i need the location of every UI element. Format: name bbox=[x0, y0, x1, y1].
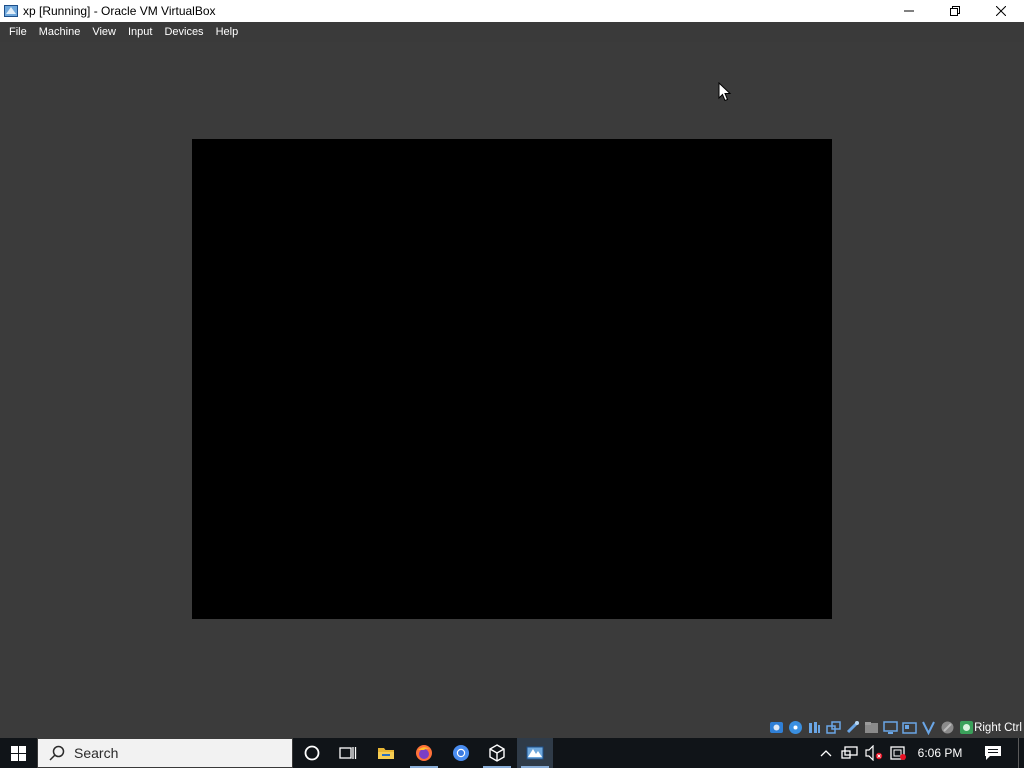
mouse-integration-icon[interactable] bbox=[959, 720, 974, 735]
search-box[interactable]: Search bbox=[37, 738, 293, 768]
host-key-label[interactable]: Right Ctrl bbox=[974, 716, 1022, 740]
close-icon bbox=[996, 6, 1006, 16]
cortana-button[interactable] bbox=[294, 738, 330, 768]
battery-tray-button[interactable] bbox=[886, 738, 910, 768]
virtualbox-app-icon bbox=[4, 5, 18, 17]
mouse-pointer-icon bbox=[718, 82, 732, 102]
taskbar-clock[interactable]: 6:06 PM bbox=[912, 738, 968, 768]
battery-icon bbox=[890, 746, 906, 760]
windows-taskbar: Search 6:06 PM bbox=[0, 738, 1024, 768]
virtualbox-icon bbox=[489, 744, 505, 762]
volume-muted-icon bbox=[865, 745, 883, 761]
search-icon bbox=[49, 745, 65, 761]
show-hidden-icons-button[interactable] bbox=[816, 738, 836, 768]
restore-icon bbox=[950, 6, 960, 16]
usb-icon[interactable] bbox=[845, 720, 860, 735]
menu-machine[interactable]: Machine bbox=[33, 22, 87, 42]
task-view-icon bbox=[339, 747, 357, 759]
firefox-button[interactable] bbox=[406, 738, 442, 768]
start-button[interactable] bbox=[0, 738, 36, 768]
vm-display-area[interactable] bbox=[0, 42, 1024, 716]
vm-window-button[interactable] bbox=[517, 738, 553, 768]
chrome-button[interactable] bbox=[443, 738, 479, 768]
chevron-up-icon bbox=[820, 750, 832, 757]
hard-disk-icon[interactable] bbox=[769, 720, 784, 735]
menu-devices[interactable]: Devices bbox=[158, 22, 209, 42]
volume-tray-button[interactable] bbox=[862, 738, 886, 768]
file-explorer-button[interactable] bbox=[368, 738, 404, 768]
notification-icon bbox=[985, 746, 1001, 760]
chrome-icon bbox=[453, 745, 469, 761]
search-placeholder: Search bbox=[74, 745, 119, 761]
show-desktop-button[interactable] bbox=[1018, 738, 1019, 768]
cpu-icon[interactable] bbox=[940, 720, 955, 735]
video-capture-icon[interactable] bbox=[902, 720, 917, 735]
minimize-icon bbox=[904, 10, 914, 12]
menu-file[interactable]: File bbox=[3, 22, 33, 42]
menu-help[interactable]: Help bbox=[210, 22, 245, 42]
graphics-icon[interactable] bbox=[921, 720, 936, 735]
audio-icon[interactable] bbox=[807, 720, 822, 735]
task-view-button[interactable] bbox=[330, 738, 366, 768]
optical-drive-icon[interactable] bbox=[788, 720, 803, 735]
minimize-button[interactable] bbox=[886, 0, 932, 22]
windows-logo-icon bbox=[10, 745, 26, 761]
action-center-button[interactable] bbox=[976, 738, 1010, 768]
network-tray-button[interactable] bbox=[838, 738, 862, 768]
menu-bar: File Machine View Input Devices Help bbox=[0, 22, 1024, 42]
virtualbox-vm-icon bbox=[526, 746, 544, 760]
network-icon[interactable] bbox=[826, 720, 841, 735]
title-bar[interactable]: xp [Running] - Oracle VM VirtualBox bbox=[0, 0, 1024, 22]
file-explorer-icon bbox=[378, 748, 394, 759]
cortana-icon bbox=[304, 745, 320, 761]
network-icon bbox=[841, 746, 858, 759]
vm-screen[interactable] bbox=[192, 139, 832, 619]
virtualbox-manager-button[interactable] bbox=[479, 738, 515, 768]
menu-view[interactable]: View bbox=[86, 22, 122, 42]
firefox-icon bbox=[416, 745, 432, 761]
close-button[interactable] bbox=[978, 0, 1024, 22]
shared-folders-icon[interactable] bbox=[864, 720, 879, 735]
menu-input[interactable]: Input bbox=[122, 22, 158, 42]
vm-status-bar: Right Ctrl bbox=[0, 716, 1024, 738]
display-icon[interactable] bbox=[883, 720, 898, 735]
restore-button[interactable] bbox=[932, 0, 978, 22]
window-title: xp [Running] - Oracle VM VirtualBox bbox=[23, 4, 216, 18]
